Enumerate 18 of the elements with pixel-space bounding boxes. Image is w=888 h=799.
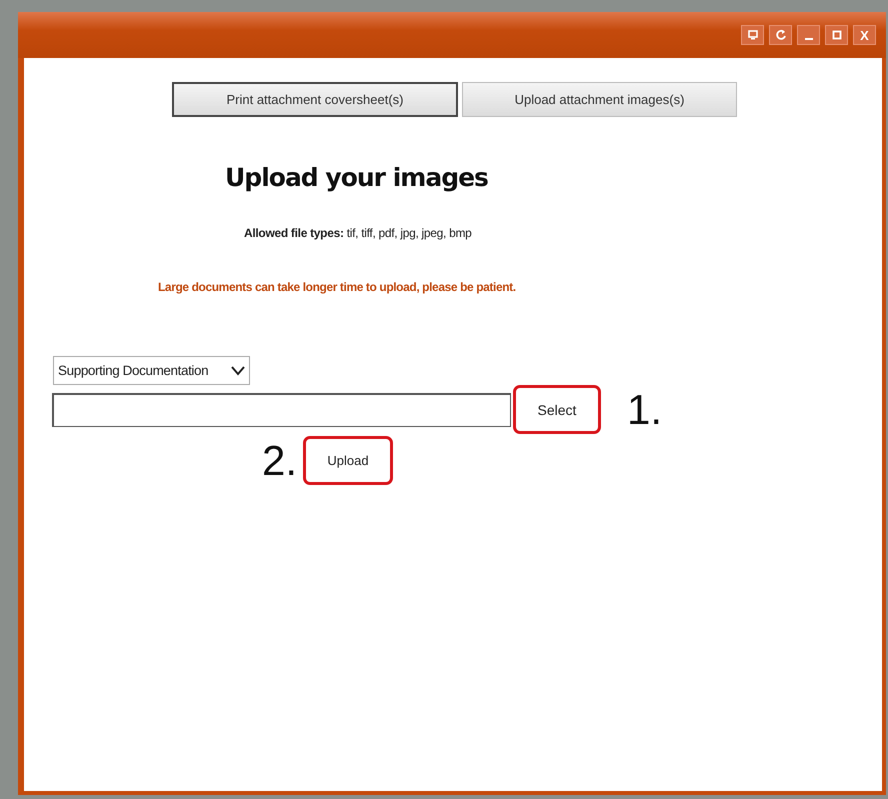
minimize-icon	[804, 38, 812, 40]
close-button[interactable]: X	[853, 25, 876, 45]
minimize-button[interactable]	[797, 25, 820, 45]
step-number: 2.	[262, 436, 298, 484]
tab[interactable]: Upload attachment images(s)	[462, 82, 737, 117]
maximize-button[interactable]	[825, 25, 848, 45]
chevron-down-icon	[231, 366, 245, 376]
page-heading: Upload your images	[225, 163, 488, 192]
notice-text: Large documents can take longer time to upload, please be patient.	[158, 280, 516, 294]
document-type-dropdown[interactable]: Supporting Documentation	[53, 356, 250, 385]
upload-button[interactable]: Upload	[303, 436, 394, 485]
screen-button[interactable]	[741, 25, 764, 45]
step-number: 1.	[627, 386, 662, 434]
select-button[interactable]: Select	[513, 385, 601, 434]
allowed-types-text: Allowed file types: tif, tiff, pdf, jpg, jpeg, bmp	[244, 226, 472, 240]
file-path-field[interactable]	[52, 392, 511, 426]
tab[interactable]: Print attachment coversheet(s)	[172, 82, 458, 117]
refresh-button[interactable]	[769, 25, 792, 45]
